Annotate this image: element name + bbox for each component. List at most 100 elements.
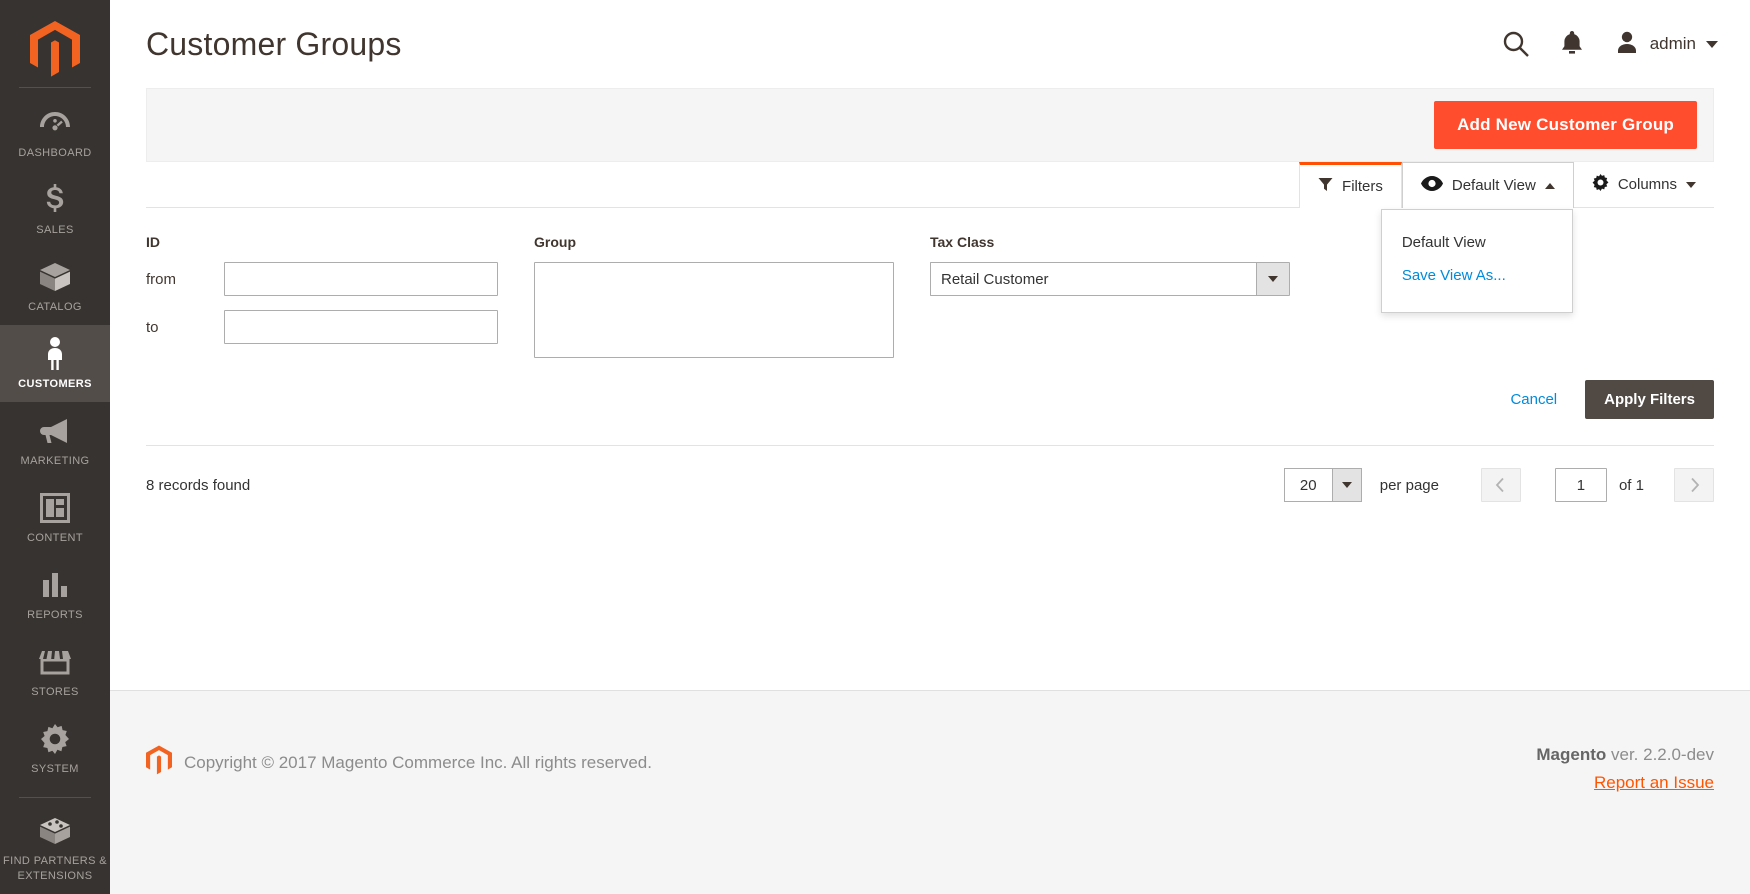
apply-filters-button[interactable]: Apply Filters [1585, 380, 1714, 419]
per-page-label: per page [1379, 476, 1439, 494]
view-current-label: Default View [1451, 177, 1536, 194]
gear-icon [40, 722, 70, 756]
columns-label: Columns [1617, 176, 1677, 193]
admin-app: DASHBOARD SALES CATALOG CUSTOMERS MARKET… [0, 0, 1750, 894]
footer-copyright-area: Copyright © 2017 Magento Commerce Inc. A… [146, 745, 652, 780]
filter-id-to-row: to [146, 310, 498, 344]
user-avatar-icon [1614, 29, 1640, 60]
sidebar-item-sales[interactable]: SALES [0, 171, 110, 248]
view-option-default[interactable]: Default View [1382, 226, 1572, 259]
sidebar-item-find-partners-extensions[interactable]: FIND PARTNERS & EXTENSIONS [0, 802, 110, 894]
page-total-label: of 1 [1618, 476, 1644, 494]
megaphone-icon [39, 414, 71, 448]
box-icon [39, 260, 71, 294]
filter-id-from-label: from [146, 270, 176, 288]
sidebar-item-content[interactable]: CONTENT [0, 479, 110, 556]
sidebar-item-system[interactable]: SYSTEM [0, 710, 110, 787]
sidebar-item-marketing[interactable]: MARKETING [0, 402, 110, 479]
storefront-icon [39, 645, 71, 679]
sidebar-item-label: FIND PARTNERS & EXTENSIONS [3, 855, 107, 882]
filter-tax-class-select[interactable]: Retail Customer [930, 262, 1290, 296]
footer-version-area: Magento ver. 2.2.0-dev Report an Issue [1536, 745, 1714, 793]
bell-icon[interactable] [1560, 30, 1584, 58]
filter-id-to-label: to [146, 318, 159, 336]
filters-tab[interactable]: Filters [1299, 162, 1402, 208]
admin-user-name: admin [1649, 34, 1696, 53]
report-an-issue-link[interactable]: Report an Issue [1536, 773, 1714, 793]
filter-id-from-input[interactable] [224, 262, 498, 296]
sidebar-item-reports[interactable]: REPORTS [0, 556, 110, 633]
sidebar-item-label: MARKETING [20, 455, 90, 467]
filter-group-input[interactable] [534, 262, 894, 358]
sidebar-item-label: DASHBOARD [18, 147, 92, 159]
magento-logo-small-icon [146, 745, 172, 780]
magento-logo-icon[interactable] [0, 10, 110, 87]
filter-group-label: Group [534, 234, 576, 250]
filter-tax-class-label: Tax Class [930, 234, 995, 250]
filters-tab-label: Filters [1342, 178, 1383, 195]
primary-sidebar: DASHBOARD SALES CATALOG CUSTOMERS MARKET… [0, 0, 110, 894]
filter-funnel-icon [1318, 177, 1333, 196]
header-actions: admin [1502, 29, 1718, 60]
filter-id-from-row: from [146, 262, 498, 296]
view-dropdown-menu: Default View Save View As... [1380, 209, 1573, 313]
filter-field-group: Group [534, 234, 894, 358]
sidebar-item-stores[interactable]: STORES [0, 633, 110, 710]
sidebar-item-label: SYSTEM [31, 763, 79, 775]
chevron-down-icon[interactable] [1256, 262, 1290, 296]
version-number: ver. 2.2.0-dev [1606, 745, 1714, 764]
page-title: Customer Groups [146, 25, 402, 62]
sidebar-item-customers[interactable]: CUSTOMERS [0, 325, 110, 402]
chevron-down-icon [1706, 40, 1718, 48]
sidebar-item-label: STORES [31, 686, 79, 698]
sidebar-divider-bottom [19, 797, 91, 798]
grid-pagination: 20 per page of 1 [1283, 468, 1714, 502]
sidebar-item-dashboard[interactable]: DASHBOARD [0, 94, 110, 171]
filter-tax-class-value: Retail Customer [930, 262, 1256, 296]
main-content: Customer Groups admin Add New Customer G… [110, 0, 1750, 894]
sidebar-item-label: REPORTS [27, 609, 83, 621]
dollar-sign-icon [44, 183, 66, 217]
records-found-count: 8 records found [146, 476, 251, 494]
dashboard-gauge-icon [39, 106, 71, 140]
filter-id-to-input[interactable] [224, 310, 498, 344]
chevron-down-icon[interactable] [1331, 468, 1362, 502]
grid-toolbar: Filters Default View Default View Save V… [146, 162, 1714, 313]
layout-page-icon [40, 491, 70, 525]
copyright-text: Copyright © 2017 Magento Commerce Inc. A… [184, 752, 652, 772]
cancel-filters-button[interactable]: Cancel [1504, 390, 1563, 409]
customer-groups-grid: Filters Default View Default View Save V… [146, 162, 1714, 502]
bar-chart-icon [40, 568, 70, 602]
sidebar-nav: DASHBOARD SALES CATALOG CUSTOMERS MARKET… [0, 94, 110, 894]
gear-icon [1592, 174, 1609, 195]
filter-field-id: ID from to [146, 234, 498, 358]
add-new-customer-group-button[interactable]: Add New Customer Group [1434, 101, 1697, 149]
brand-name: Magento [1536, 745, 1607, 764]
page-actions-bar: Add New Customer Group [146, 88, 1714, 162]
page-number-input[interactable] [1554, 468, 1607, 502]
previous-page-button[interactable] [1480, 468, 1521, 502]
grid-records-bar: 8 records found 20 per page of 1 [146, 445, 1714, 502]
sidebar-item-catalog[interactable]: CATALOG [0, 248, 110, 325]
filter-id-label: ID [146, 234, 160, 250]
version-line: Magento ver. 2.2.0-dev [1536, 745, 1714, 765]
view-bookmarks-toggle[interactable]: Default View Default View Save View As..… [1380, 162, 1574, 313]
search-icon[interactable] [1502, 30, 1530, 58]
chevron-up-icon [1544, 182, 1555, 189]
per-page-value: 20 [1283, 468, 1332, 502]
save-view-as-link[interactable]: Save View As... [1382, 259, 1572, 292]
eye-icon [1420, 176, 1443, 195]
sidebar-divider-top [19, 87, 91, 88]
filter-field-tax-class: Tax Class Retail Customer [930, 234, 1290, 358]
admin-user-menu[interactable]: admin [1614, 29, 1718, 60]
sidebar-item-label: CONTENT [27, 532, 83, 544]
columns-control[interactable]: Columns [1574, 162, 1714, 207]
sidebar-item-label: SALES [36, 224, 74, 236]
puzzle-box-icon [39, 814, 71, 848]
chevron-down-icon [1686, 181, 1696, 188]
sidebar-item-label: CUSTOMERS [18, 378, 92, 390]
next-page-button[interactable] [1674, 468, 1714, 502]
per-page-select[interactable]: 20 [1283, 468, 1362, 502]
sidebar-item-label: CATALOG [28, 301, 82, 313]
